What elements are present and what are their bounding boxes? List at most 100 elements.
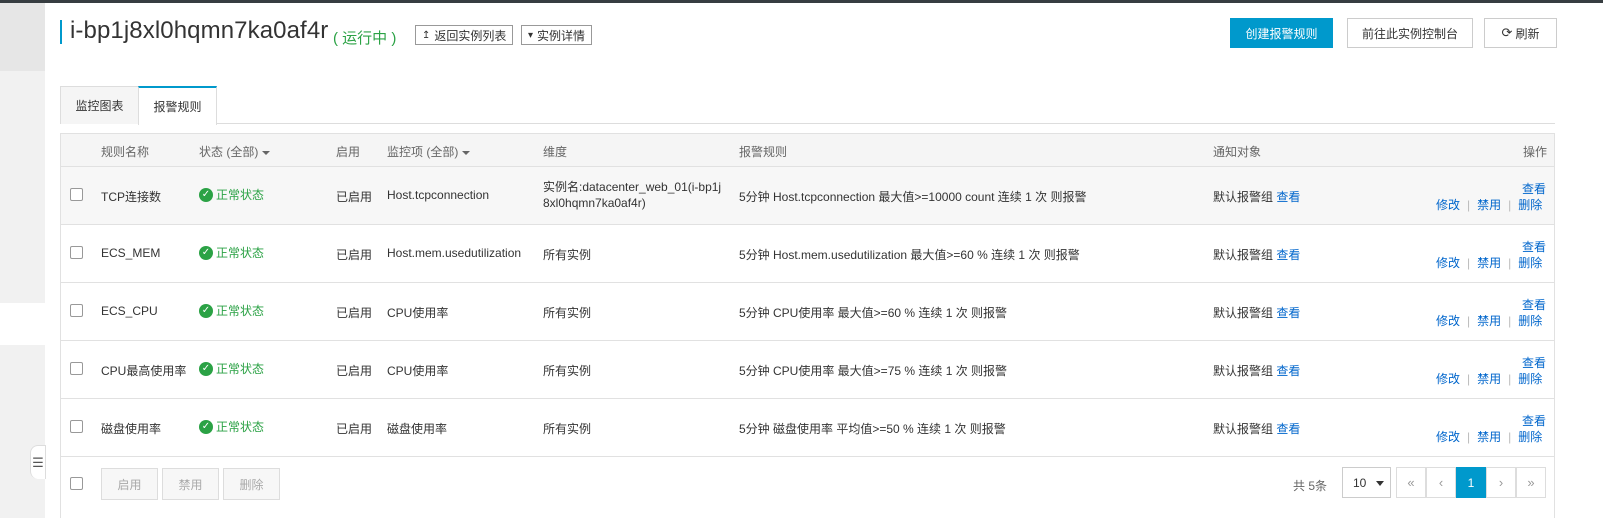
page-size-value: 10: [1353, 475, 1367, 490]
col-metric-filter[interactable]: 监控项 (全部): [387, 143, 471, 160]
current-page-button[interactable]: 1: [1456, 467, 1486, 498]
notify-group: 默认报警组: [1213, 248, 1274, 262]
view-link-text[interactable]: 查看: [1522, 182, 1546, 196]
row-checkbox[interactable]: [70, 362, 83, 375]
dimension: 所有实例: [543, 306, 592, 320]
notify-target: 默认报警组 查看: [1213, 246, 1300, 263]
row-actions: 修改 | 禁用 | 删除: [1436, 312, 1542, 329]
total-count: 共 5条: [1293, 479, 1328, 493]
col-rule-name: 规则名称: [101, 145, 150, 159]
delete-link[interactable]: 删除: [1518, 430, 1542, 444]
create-alarm-rule-button[interactable]: 创建报警规则: [1230, 18, 1333, 48]
dimension: 所有实例: [543, 422, 592, 436]
bulk-delete-button[interactable]: 删除: [223, 468, 280, 500]
view-link[interactable]: 查看: [1522, 354, 1546, 371]
notify-view-link[interactable]: 查看: [1276, 364, 1300, 378]
instance-details-label: 实例详情: [537, 28, 586, 43]
table-row: TCP连接数 ✓ 正常状态 已启用 Host.tcpconnection 实例名:…: [61, 167, 1554, 225]
notify-group: 默认报警组: [1213, 190, 1274, 204]
next-page-button[interactable]: ›: [1486, 467, 1516, 498]
view-link-text[interactable]: 查看: [1522, 240, 1546, 254]
col-status-filter[interactable]: 状态 (全部): [199, 143, 271, 160]
metric: 磁盘使用率: [387, 422, 448, 436]
view-link[interactable]: 查看: [1522, 296, 1546, 313]
notify-view-link[interactable]: 查看: [1276, 190, 1300, 204]
prev-page-button[interactable]: ‹: [1426, 467, 1456, 498]
rule-name: TCP连接数: [101, 190, 162, 204]
notify-target: 默认报警组 查看: [1213, 420, 1300, 437]
disable-link[interactable]: 禁用: [1477, 314, 1501, 328]
first-page-button[interactable]: «: [1396, 467, 1426, 498]
disable-link[interactable]: 禁用: [1477, 198, 1501, 212]
row-checkbox[interactable]: [70, 188, 83, 201]
tab-alarm-rules[interactable]: 报警规则: [138, 86, 217, 125]
notify-group: 默认报警组: [1213, 306, 1274, 320]
table-row: CPU最高使用率 ✓ 正常状态 已启用 CPU使用率 所有实例 5分钟 CPU使用…: [61, 341, 1554, 399]
delete-link[interactable]: 删除: [1518, 198, 1542, 212]
enabled-state: 已启用: [336, 306, 373, 320]
col-enabled: 启用: [336, 145, 361, 159]
status-badge: ✓ 正常状态: [199, 244, 264, 261]
notify-target: 默认报警组 查看: [1213, 362, 1300, 379]
delete-link[interactable]: 删除: [1518, 314, 1542, 328]
row-actions: 修改 | 禁用 | 删除: [1436, 254, 1542, 271]
disable-link[interactable]: 禁用: [1477, 430, 1501, 444]
back-to-list-button[interactable]: ↥ 返回实例列表: [415, 25, 514, 45]
row-checkbox[interactable]: [70, 246, 83, 259]
disable-link[interactable]: 禁用: [1477, 372, 1501, 386]
view-link-text[interactable]: 查看: [1522, 356, 1546, 370]
rule-name: ECS_MEM: [101, 246, 161, 260]
view-link[interactable]: 查看: [1522, 180, 1546, 197]
delete-link[interactable]: 删除: [1518, 372, 1542, 386]
status-badge: ✓ 正常状态: [199, 302, 264, 319]
caret-down-icon: ▾: [528, 29, 534, 41]
alarm-rule: 5分钟 Host.tcpconnection 最大值>=10000 count …: [739, 190, 1087, 204]
check-circle-icon: ✓: [199, 419, 213, 434]
notify-view-link[interactable]: 查看: [1276, 422, 1300, 436]
enabled-state: 已启用: [336, 190, 373, 204]
notify-view-link[interactable]: 查看: [1276, 248, 1300, 262]
caret-down-icon: [1376, 481, 1384, 486]
edit-link[interactable]: 修改: [1436, 198, 1460, 212]
alarm-rules-table: 规则名称 状态 (全部) 启用 监控项 (全部) 维度 报警规则 通知对象 操作…: [60, 133, 1555, 518]
view-link[interactable]: 查看: [1522, 412, 1546, 429]
page-title: i-bp1j8xl0hqmn7ka0af4r: [70, 17, 329, 44]
edit-link[interactable]: 修改: [1436, 372, 1460, 386]
instance-details-button[interactable]: ▾ 实例详情: [521, 25, 593, 45]
view-link[interactable]: 查看: [1522, 238, 1546, 255]
refresh-label: 刷新: [1515, 26, 1540, 41]
last-page-button[interactable]: »: [1516, 467, 1546, 498]
view-link-text[interactable]: 查看: [1522, 414, 1546, 428]
edit-link[interactable]: 修改: [1436, 430, 1460, 444]
edit-link[interactable]: 修改: [1436, 256, 1460, 270]
notify-group: 默认报警组: [1213, 422, 1274, 436]
disable-link[interactable]: 禁用: [1477, 256, 1501, 270]
row-checkbox[interactable]: [70, 304, 83, 317]
alarm-rule: 5分钟 CPU使用率 最大值>=60 % 连续 1 次 则报警: [739, 306, 1008, 320]
delete-link[interactable]: 删除: [1518, 256, 1542, 270]
top-bar: [0, 0, 1603, 3]
page-size-select[interactable]: 10: [1342, 467, 1391, 498]
col-actions: 操作: [1523, 145, 1548, 159]
notify-view-link[interactable]: 查看: [1276, 306, 1300, 320]
page-header: i-bp1j8xl0hqmn7ka0af4r ( 运行中 ) ↥ 返回实例列表 ▾…: [60, 16, 1590, 54]
dimension: 所有实例: [543, 248, 592, 262]
col-metric-label: 监控项 (全部): [387, 145, 459, 159]
col-dimension: 维度: [543, 145, 568, 159]
instance-status: ( 运行中 ): [333, 30, 397, 47]
col-notify-target: 通知对象: [1213, 145, 1262, 159]
dimension: 所有实例: [543, 364, 592, 378]
action-separator: |: [1508, 430, 1512, 444]
bulk-enable-button[interactable]: 启用: [101, 468, 158, 500]
edit-link[interactable]: 修改: [1436, 314, 1460, 328]
row-checkbox[interactable]: [70, 420, 83, 433]
tab-monitor-charts[interactable]: 监控图表: [60, 86, 139, 124]
view-link-text[interactable]: 查看: [1522, 298, 1546, 312]
bulk-disable-button[interactable]: 禁用: [162, 468, 219, 500]
go-to-console-button[interactable]: 前往此实例控制台: [1347, 18, 1473, 48]
left-sidebar: [0, 3, 45, 303]
refresh-button[interactable]: ⟳ 刷新: [1484, 18, 1557, 48]
alarm-rule: 5分钟 磁盘使用率 平均值>=50 % 连续 1 次 则报警: [739, 422, 1006, 436]
sidebar-toggle-icon[interactable]: ☰: [30, 445, 46, 479]
select-all-checkbox[interactable]: [70, 477, 83, 490]
